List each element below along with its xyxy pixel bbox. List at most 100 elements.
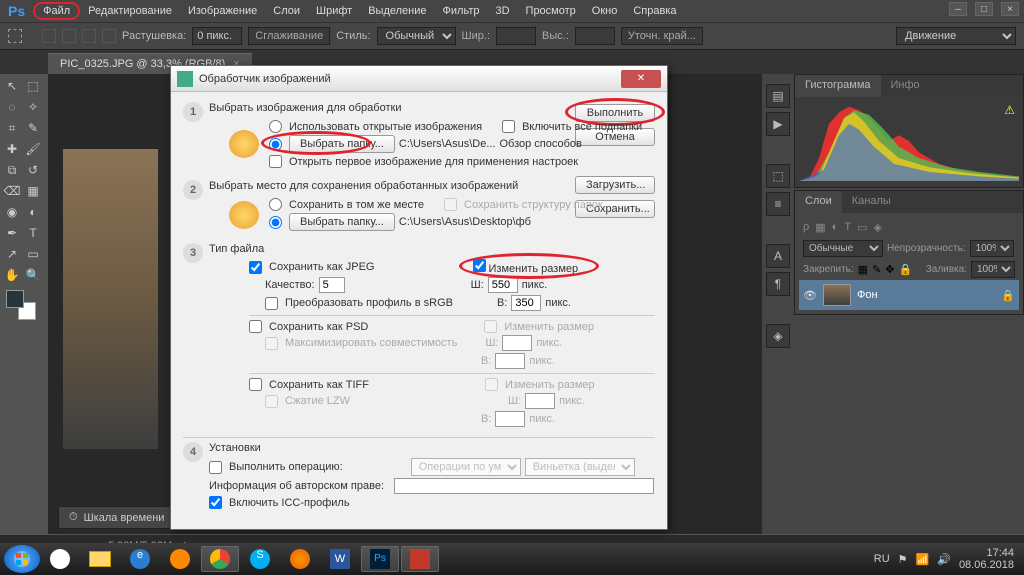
timeline-panel-tab[interactable]: ⏱ Шкала времени — [58, 506, 175, 529]
tab-info[interactable]: Инфо — [881, 75, 930, 97]
select-dest-folder-button[interactable]: Выбрать папку... — [289, 213, 395, 231]
new-sel-icon[interactable] — [42, 29, 56, 43]
dialog-close-button[interactable]: ✕ — [621, 70, 661, 88]
tray-volume-icon[interactable]: 🔊 — [937, 553, 951, 566]
fill-select[interactable]: 100% — [971, 261, 1015, 278]
tab-layers[interactable]: Слои — [795, 191, 842, 213]
menu-3d[interactable]: 3D — [487, 3, 517, 19]
blur-tool-icon[interactable]: ◉ — [2, 202, 22, 222]
stamp-tool-icon[interactable]: ⧉ — [2, 160, 22, 180]
task-chrome-icon[interactable] — [201, 546, 239, 572]
int-sel-icon[interactable] — [102, 29, 116, 43]
dialog-titlebar[interactable]: Обработчик изображений ✕ — [171, 66, 667, 92]
task-firefox-icon[interactable] — [281, 546, 319, 572]
task-app-icon[interactable] — [401, 546, 439, 572]
lock-pixels-icon[interactable]: ✎ — [872, 263, 881, 276]
icc-checkbox[interactable] — [209, 496, 222, 509]
path-tool-icon[interactable]: ↗ — [2, 244, 22, 264]
select-folder-radio[interactable] — [269, 138, 282, 151]
select-dest-radio[interactable] — [269, 216, 282, 229]
quality-input[interactable] — [319, 277, 345, 293]
run-action-checkbox[interactable] — [209, 461, 222, 474]
type-tool-icon[interactable]: T — [23, 223, 43, 243]
opacity-select[interactable]: 100% — [970, 240, 1014, 257]
task-wmp-icon[interactable] — [161, 546, 199, 572]
panel-icon[interactable]: ≡ — [766, 192, 790, 216]
history-brush-icon[interactable]: ↺ — [23, 160, 43, 180]
blend-mode-select[interactable]: Обычные — [803, 240, 883, 257]
lasso-tool-icon[interactable]: ◌ — [2, 97, 22, 117]
menu-file[interactable]: Файл — [33, 2, 80, 20]
layer-row[interactable]: 👁 Фон 🔒 — [799, 280, 1019, 310]
minimize-icon[interactable]: – — [949, 2, 967, 16]
move-tool-icon[interactable]: ↖ — [2, 76, 22, 96]
filter-adj-icon[interactable]: ◐ — [832, 221, 839, 234]
visibility-icon[interactable]: 👁 — [803, 289, 817, 302]
pen-tool-icon[interactable]: ✒ — [2, 223, 22, 243]
style-select[interactable]: Обычный — [377, 27, 456, 45]
menu-help[interactable]: Справка — [625, 3, 684, 19]
filter-type-icon[interactable]: T — [844, 221, 851, 234]
save-jpeg-checkbox[interactable] — [249, 261, 262, 274]
filter-pixel-icon[interactable]: ▦ — [815, 221, 825, 234]
crop-tool-icon[interactable]: ⌗ — [2, 118, 22, 138]
layer-thumbnail[interactable] — [823, 284, 851, 306]
save-psd-checkbox[interactable] — [249, 320, 262, 333]
task-skype-icon[interactable]: S — [241, 546, 279, 572]
include-sub-checkbox[interactable] — [502, 120, 515, 133]
sub-sel-icon[interactable] — [82, 29, 96, 43]
panel-icon[interactable]: ⬚ — [766, 164, 790, 188]
color-swatch[interactable] — [6, 290, 36, 320]
jpeg-height-input[interactable] — [511, 295, 541, 311]
menu-type[interactable]: Шрифт — [308, 3, 360, 19]
menu-window[interactable]: Окно — [584, 3, 626, 19]
panel-icon[interactable]: ▤ — [766, 84, 790, 108]
feather-input[interactable] — [192, 27, 242, 45]
start-button[interactable] — [4, 545, 40, 573]
marquee-tool-icon[interactable] — [8, 29, 22, 43]
select-src-folder-button[interactable]: Выбрать папку... — [289, 135, 395, 153]
menu-select[interactable]: Выделение — [360, 3, 434, 19]
warning-icon[interactable]: ⚠ — [1004, 103, 1015, 117]
panel-icon[interactable]: A — [766, 244, 790, 268]
zoom-tool-icon[interactable]: 🔍 — [23, 265, 43, 285]
tray-lang[interactable]: RU — [874, 553, 890, 565]
open-first-checkbox[interactable] — [269, 155, 282, 168]
use-open-radio[interactable] — [269, 120, 282, 133]
save-tiff-checkbox[interactable] — [249, 378, 262, 391]
panel-icon[interactable]: ¶ — [766, 272, 790, 296]
menu-view[interactable]: Просмотр — [518, 3, 584, 19]
task-ie-icon[interactable]: e — [121, 546, 159, 572]
document-canvas[interactable] — [63, 149, 158, 449]
task-yandex-icon[interactable] — [41, 546, 79, 572]
lock-all-icon[interactable]: 🔒 — [899, 263, 913, 276]
dodge-tool-icon[interactable]: ◐ — [23, 202, 43, 222]
srgb-checkbox[interactable] — [265, 297, 278, 310]
heal-tool-icon[interactable]: ✚ — [2, 139, 22, 159]
close-icon[interactable]: × — [1001, 2, 1019, 16]
workspace-select[interactable]: Движение — [896, 27, 1016, 45]
eyedropper-tool-icon[interactable]: ✎ — [23, 118, 43, 138]
hand-tool-icon[interactable]: ✋ — [2, 265, 22, 285]
filter-smart-icon[interactable]: ◈ — [873, 221, 881, 234]
gradient-tool-icon[interactable]: ▦ — [23, 181, 43, 201]
menu-filter[interactable]: Фильтр — [435, 3, 488, 19]
resize-jpeg-checkbox[interactable] — [473, 259, 486, 272]
same-place-radio[interactable] — [269, 198, 282, 211]
filter-kind-icon[interactable]: ρ — [803, 221, 809, 234]
maximize-icon[interactable]: □ — [975, 2, 993, 16]
tab-histogram[interactable]: Гистограмма — [795, 75, 881, 97]
menu-layer[interactable]: Слои — [265, 3, 308, 19]
panel-icon[interactable]: ◈ — [766, 324, 790, 348]
task-explorer-icon[interactable] — [81, 546, 119, 572]
refine-edge-button[interactable]: Уточн. край... — [621, 27, 703, 45]
tray-clock[interactable]: 17:4408.06.2018 — [959, 547, 1014, 571]
shape-tool-icon[interactable]: ▭ — [23, 244, 43, 264]
menu-edit[interactable]: Редактирование — [80, 3, 180, 19]
tray-flag-icon[interactable]: ⚑ — [898, 553, 908, 566]
filter-shape-icon[interactable]: ▭ — [857, 221, 867, 234]
panel-icon[interactable]: ▶ — [766, 112, 790, 136]
menu-image[interactable]: Изображение — [180, 3, 265, 19]
wand-tool-icon[interactable]: ✧ — [23, 97, 43, 117]
jpeg-width-input[interactable] — [488, 277, 518, 293]
